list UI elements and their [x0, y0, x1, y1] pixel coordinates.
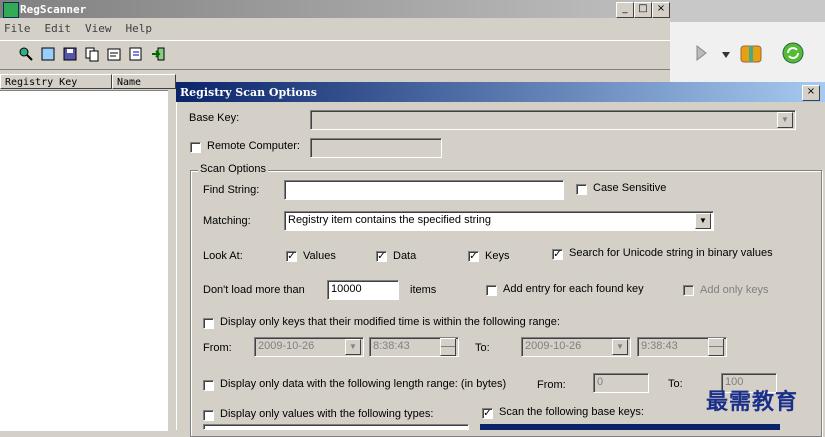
menu-bar: File Edit View Help [0, 20, 670, 38]
right-window-titlebar [670, 0, 825, 22]
watermark: 最需教育 [706, 389, 799, 415]
window-title: RegScanner [20, 3, 87, 16]
dont-load-input[interactable]: 10000 [327, 280, 399, 300]
modified-range-checkbox[interactable] [203, 318, 214, 329]
dialog-close-button[interactable]: × [802, 85, 820, 101]
dont-load-label: Don't load more than [203, 284, 305, 296]
exit-icon[interactable] [150, 46, 166, 62]
dialog-title: Registry Scan Options [180, 86, 317, 99]
add-entry-label: Add entry for each found key [503, 283, 644, 295]
length-range-checkbox[interactable] [203, 380, 214, 391]
add-only-keys-checkbox[interactable] [683, 285, 694, 296]
types-checkbox[interactable] [203, 410, 214, 421]
find-string-input[interactable] [284, 180, 564, 200]
close-button[interactable]: × [652, 2, 670, 18]
regscanner-titlebar[interactable]: RegScanner _ □ × [0, 0, 670, 18]
results-list[interactable] [0, 90, 168, 431]
to-time-spinner[interactable] [708, 338, 724, 356]
data-label: Data [393, 250, 417, 262]
column-registry-key[interactable]: Registry Key [0, 74, 112, 89]
values-label: Values [303, 250, 336, 262]
keys-label: Keys [485, 250, 510, 262]
matching-label: Matching: [203, 215, 251, 227]
properties-icon[interactable] [106, 46, 122, 62]
chevron-down-icon[interactable] [722, 52, 730, 58]
scan-options-label: Scan Options [198, 163, 269, 175]
base-key-label: Base Key: [189, 112, 240, 124]
unicode-checkbox[interactable]: ✓ [552, 249, 563, 260]
unicode-label: Search for Unicode string in binary valu… [569, 247, 773, 259]
add-entry-checkbox[interactable] [486, 285, 497, 296]
export-icon[interactable] [128, 46, 144, 62]
toolbar [0, 40, 670, 70]
base-key-dropdown[interactable]: ▼ [777, 112, 793, 128]
base-keys-list[interactable] [480, 424, 780, 430]
column-name[interactable]: Name [112, 74, 176, 89]
menu-view[interactable]: View [85, 22, 112, 35]
dialog-titlebar[interactable]: Registry Scan Options × [176, 82, 825, 102]
add-only-keys-label: Add only keys [700, 284, 769, 296]
keys-checkbox[interactable]: ✓ [468, 251, 479, 262]
case-sensitive-label: Case Sensitive [593, 182, 667, 194]
values-checkbox[interactable]: ✓ [286, 251, 297, 262]
scan-icon[interactable] [18, 46, 34, 62]
base-keys-label: Scan the following base keys: [499, 406, 644, 418]
base-keys-checkbox[interactable]: ✓ [482, 408, 493, 419]
find-string-label: Find String: [203, 184, 260, 196]
case-sensitive-checkbox[interactable] [576, 184, 587, 195]
types-label: Display only values with the following t… [220, 408, 434, 420]
matching-dropdown[interactable]: ▼ [695, 213, 711, 229]
app-icon [3, 2, 19, 18]
types-list[interactable] [203, 424, 469, 430]
length-from-label: From: [537, 379, 566, 391]
menu-edit[interactable]: Edit [45, 22, 72, 35]
gift-icon[interactable] [737, 40, 765, 66]
remote-computer-checkbox[interactable] [190, 142, 201, 153]
from-date-dropdown[interactable]: ▼ [345, 339, 361, 355]
to-label: To: [475, 342, 490, 354]
media-icon[interactable] [694, 44, 710, 64]
matching-select[interactable]: Registry item contains the specified str… [284, 211, 714, 231]
base-key-combo[interactable] [310, 110, 796, 130]
to-date-dropdown[interactable]: ▼ [612, 339, 628, 355]
menu-file[interactable]: File [4, 22, 31, 35]
modified-range-label: Display only keys that their modified ti… [220, 316, 560, 328]
look-at-label: Look At: [203, 250, 243, 262]
sync-icon[interactable] [780, 40, 806, 66]
copy-icon[interactable] [84, 46, 100, 62]
minimize-button[interactable]: _ [616, 2, 634, 18]
items-label: items [410, 284, 437, 296]
refresh-icon[interactable] [40, 46, 56, 62]
length-from-input[interactable]: 0 [593, 373, 649, 393]
remote-computer-label: Remote Computer: [207, 140, 300, 152]
menu-help[interactable]: Help [126, 22, 153, 35]
maximize-button[interactable]: □ [634, 2, 652, 18]
from-time-spinner[interactable] [440, 338, 456, 356]
save-icon[interactable] [62, 46, 78, 62]
from-label: From: [203, 342, 232, 354]
remote-computer-field[interactable] [310, 138, 442, 158]
data-checkbox[interactable]: ✓ [376, 251, 387, 262]
length-range-label: Display only data with the following len… [220, 378, 507, 390]
length-to-label: To: [668, 378, 683, 390]
